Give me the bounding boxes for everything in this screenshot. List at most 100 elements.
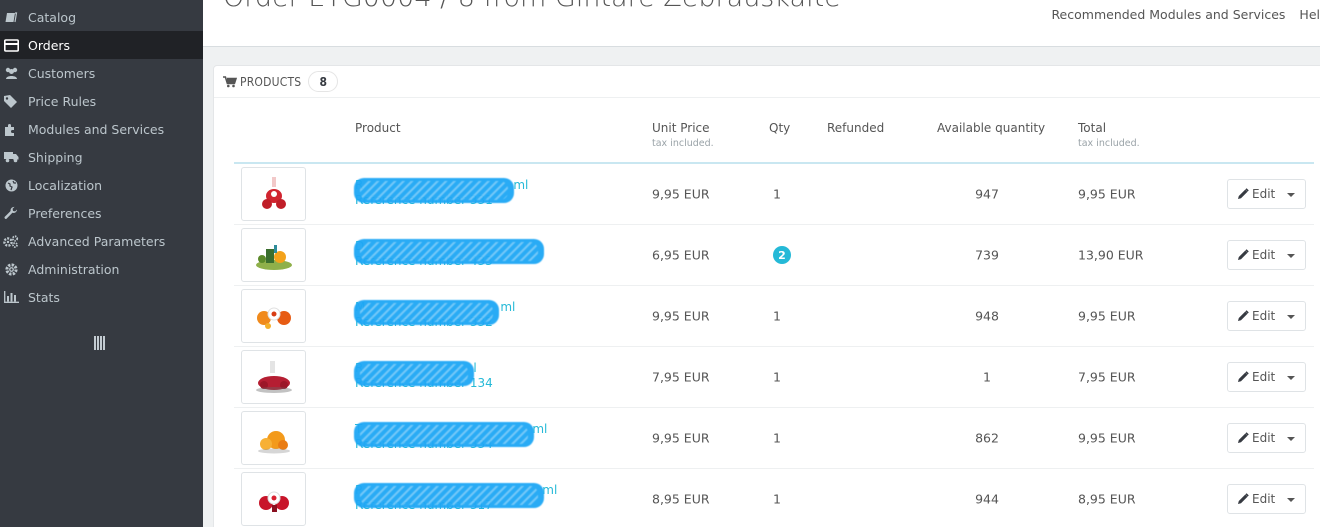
product-thumbnail[interactable] — [241, 228, 306, 282]
pencil-icon — [1237, 371, 1249, 383]
quantity: 1 — [773, 187, 781, 202]
quantity-badge: 2 — [773, 246, 791, 264]
redaction-mark — [354, 178, 514, 203]
available-quantity: 739 — [975, 247, 999, 263]
orders-icon — [3, 37, 19, 53]
available-quantity: 947 — [975, 186, 999, 202]
pencil-icon — [1237, 249, 1249, 261]
quantity: 2 — [773, 246, 791, 264]
sidebar-item-modules-and-services[interactable]: Modules and Services — [0, 115, 203, 143]
edit-button[interactable]: Edit — [1227, 484, 1306, 514]
sidebar-item-label: Modules and Services — [28, 121, 165, 137]
edit-button-label: Edit — [1252, 431, 1276, 445]
edit-button[interactable]: Edit — [1227, 179, 1306, 209]
sidebar-item-label: Advanced Parameters — [28, 233, 166, 249]
col-refunded: Refunded — [827, 121, 885, 135]
col-qty: Qty — [769, 121, 791, 135]
available-quantity: 948 — [975, 308, 999, 324]
product-thumbnail[interactable] — [241, 472, 306, 526]
sidebar-item-stats[interactable]: Stats — [0, 283, 203, 311]
unit-price: 8,95 EUR — [652, 491, 710, 507]
total-price: 9,95 EUR — [1078, 430, 1136, 446]
panel-heading-label: PRODUCTS — [240, 74, 302, 89]
truck-icon — [3, 149, 19, 165]
sidebar: Catalog Orders Customers Price Rules Modules… — [0, 0, 203, 527]
chevron-down-icon[interactable] — [1287, 498, 1295, 502]
available-quantity: 1 — [983, 369, 991, 385]
total-price: 13,90 EUR — [1078, 247, 1144, 263]
unit-price: 9,95 EUR — [652, 308, 710, 324]
available-quantity: 944 — [975, 491, 999, 507]
sidebar-item-label: Customers — [28, 65, 96, 81]
table-row: Pml Reference number 317 8,95 EUR 1 944 … — [234, 469, 1314, 527]
redaction-mark — [354, 361, 474, 386]
catalog-icon — [3, 9, 19, 25]
redaction-mark — [354, 422, 534, 447]
pencil-icon — [1237, 310, 1249, 322]
table-body: Rml Reference number 331 9,95 EUR 1 947 … — [234, 164, 1314, 527]
chevron-down-icon[interactable] — [1287, 254, 1295, 258]
sidebar-item-label: Price Rules — [28, 93, 97, 109]
unit-price: 7,95 EUR — [652, 369, 710, 385]
total-price: 8,95 EUR — [1078, 491, 1136, 507]
quantity: 1 — [773, 370, 781, 385]
sidebar-item-administration[interactable]: Administration — [0, 255, 203, 283]
chevron-down-icon[interactable] — [1287, 376, 1295, 380]
sidebar-item-customers[interactable]: Customers — [0, 59, 203, 87]
sidebar-item-orders[interactable]: Orders — [0, 31, 203, 59]
quantity-value: 1 — [773, 369, 781, 385]
col-total: Total tax included. — [1078, 121, 1140, 149]
panel-heading: PRODUCTS 8 — [214, 66, 1320, 98]
edit-button-label: Edit — [1252, 492, 1276, 506]
sidebar-item-price-rules[interactable]: Price Rules — [0, 87, 203, 115]
table-row: D Reference number 433 6,95 EUR 2 739 13… — [234, 225, 1314, 286]
sidebar-item-catalog[interactable]: Catalog — [0, 3, 203, 31]
col-unit-price: Unit Price tax included. — [652, 121, 714, 149]
quantity-value: 1 — [773, 491, 781, 507]
table-header: Product Unit Price tax included. Qty Refu… — [234, 113, 1314, 164]
product-thumbnail[interactable] — [241, 167, 306, 221]
product-thumbnail[interactable] — [241, 411, 306, 465]
chevron-down-icon[interactable] — [1287, 193, 1295, 197]
edit-button[interactable]: Edit — [1227, 423, 1306, 453]
redaction-mark — [354, 239, 544, 264]
sidebar-collapse-handle[interactable] — [94, 336, 106, 350]
chevron-down-icon[interactable] — [1287, 315, 1295, 319]
edit-button[interactable]: Edit — [1227, 362, 1306, 392]
unit-price: 9,95 EUR — [652, 430, 710, 446]
page-title: Order ETG0004 / 8 from Gintare Zebrauska… — [223, 0, 841, 13]
table-row: Rl Reference number 134 7,95 EUR 1 1 7,9… — [234, 347, 1314, 408]
chevron-down-icon[interactable] — [1287, 437, 1295, 441]
product-count-badge: 8 — [308, 71, 339, 92]
sidebar-item-advanced-parameters[interactable]: Advanced Parameters — [0, 227, 203, 255]
price-tag-icon — [3, 93, 19, 109]
sidebar-item-preferences[interactable]: Preferences — [0, 199, 203, 227]
col-product: Product — [355, 121, 401, 135]
quantity-value: 1 — [773, 186, 781, 202]
edit-button[interactable]: Edit — [1227, 240, 1306, 270]
globe-icon — [3, 177, 19, 193]
gear-icon — [3, 261, 19, 277]
edit-button-label: Edit — [1252, 248, 1276, 262]
table-row: Mml Reference number 332 9,95 EUR 1 948 … — [234, 286, 1314, 347]
products-panel: PRODUCTS 8 Product Unit Price tax include… — [213, 65, 1320, 527]
sidebar-item-shipping[interactable]: Shipping — [0, 143, 203, 171]
available-quantity: 862 — [975, 430, 999, 446]
help-link[interactable]: Hel — [1299, 7, 1320, 22]
wrench-icon — [3, 205, 19, 221]
product-name-end: ml — [513, 178, 529, 192]
product-thumbnail[interactable] — [241, 289, 306, 343]
puzzle-icon — [3, 121, 19, 137]
page-header: Order ETG0004 / 8 from Gintare Zebrauska… — [203, 0, 1320, 47]
bar-chart-icon — [3, 289, 19, 305]
quantity: 1 — [773, 431, 781, 446]
header-toolbar: Recommended Modules and Services Hel — [1051, 7, 1320, 22]
pencil-icon — [1237, 493, 1249, 505]
quantity: 1 — [773, 309, 781, 324]
product-thumbnail[interactable] — [241, 350, 306, 404]
sidebar-item-label: Localization — [28, 177, 103, 193]
sidebar-item-localization[interactable]: Localization — [0, 171, 203, 199]
total-price: 7,95 EUR — [1078, 369, 1136, 385]
recommended-modules-link[interactable]: Recommended Modules and Services — [1051, 7, 1285, 22]
edit-button[interactable]: Edit — [1227, 301, 1306, 331]
